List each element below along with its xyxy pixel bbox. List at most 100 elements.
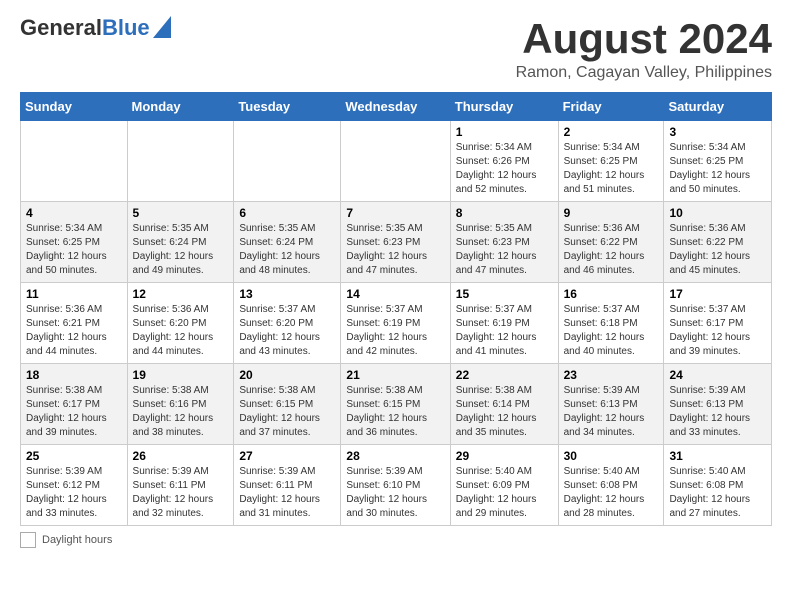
day-number: 19	[133, 368, 229, 382]
calendar-cell: 9 Sunrise: 5:36 AM Sunset: 6:22 PM Daylig…	[558, 202, 664, 283]
calendar-table: SundayMondayTuesdayWednesdayThursdayFrid…	[20, 92, 772, 526]
footer: Daylight hours	[20, 532, 772, 548]
day-number: 4	[26, 206, 122, 220]
day-number: 8	[456, 206, 553, 220]
calendar-cell	[21, 121, 128, 202]
weekday-header-wednesday: Wednesday	[341, 93, 450, 121]
day-number: 5	[133, 206, 229, 220]
day-number: 11	[26, 287, 122, 301]
day-number: 23	[564, 368, 659, 382]
day-number: 15	[456, 287, 553, 301]
day-info: Sunrise: 5:39 AM Sunset: 6:12 PM Dayligh…	[26, 465, 122, 521]
day-info: Sunrise: 5:39 AM Sunset: 6:11 PM Dayligh…	[133, 465, 229, 521]
day-info: Sunrise: 5:35 AM Sunset: 6:24 PM Dayligh…	[133, 222, 229, 278]
page: GeneralBlue August 2024 Ramon, Cagayan V…	[0, 0, 792, 558]
day-info: Sunrise: 5:36 AM Sunset: 6:22 PM Dayligh…	[669, 222, 766, 278]
calendar-cell: 7 Sunrise: 5:35 AM Sunset: 6:23 PM Daylig…	[341, 202, 450, 283]
day-info: Sunrise: 5:39 AM Sunset: 6:10 PM Dayligh…	[346, 465, 444, 521]
day-info: Sunrise: 5:37 AM Sunset: 6:18 PM Dayligh…	[564, 303, 659, 359]
day-info: Sunrise: 5:34 AM Sunset: 6:25 PM Dayligh…	[564, 141, 659, 197]
day-number: 16	[564, 287, 659, 301]
day-info: Sunrise: 5:40 AM Sunset: 6:09 PM Dayligh…	[456, 465, 553, 521]
calendar-cell: 20 Sunrise: 5:38 AM Sunset: 6:15 PM Dayli…	[234, 364, 341, 445]
day-number: 2	[564, 125, 659, 139]
day-number: 10	[669, 206, 766, 220]
day-info: Sunrise: 5:39 AM Sunset: 6:11 PM Dayligh…	[239, 465, 335, 521]
calendar-cell: 22Sunrise: 5:38 AM Sunset: 6:14 PM Dayli…	[450, 364, 558, 445]
weekday-header-friday: Friday	[558, 93, 664, 121]
day-info: Sunrise: 5:39 AM Sunset: 6:13 PM Dayligh…	[669, 384, 766, 440]
calendar-cell: 4 Sunrise: 5:34 AM Sunset: 6:25 PM Daylig…	[21, 202, 128, 283]
day-info: Sunrise: 5:38 AM Sunset: 6:15 PM Dayligh…	[239, 384, 335, 440]
calendar-cell	[234, 121, 341, 202]
day-number: 30	[564, 449, 659, 463]
day-info: Sunrise: 5:38 AM Sunset: 6:15 PM Dayligh…	[346, 384, 444, 440]
weekday-header-sunday: Sunday	[21, 93, 128, 121]
day-info: Sunrise: 5:39 AM Sunset: 6:13 PM Dayligh…	[564, 384, 659, 440]
day-number: 25	[26, 449, 122, 463]
day-number: 1	[456, 125, 553, 139]
calendar-cell: 15 Sunrise: 5:37 AM Sunset: 6:19 PM Dayli…	[450, 283, 558, 364]
main-title: August 2024	[516, 16, 772, 62]
calendar-cell: 10 Sunrise: 5:36 AM Sunset: 6:22 PM Dayli…	[664, 202, 772, 283]
day-info: Sunrise: 5:36 AM Sunset: 6:21 PM Dayligh…	[26, 303, 122, 359]
logo-blue: Blue	[102, 15, 150, 40]
calendar-cell: 24 Sunrise: 5:39 AM Sunset: 6:13 PM Dayli…	[664, 364, 772, 445]
day-number: 12	[133, 287, 229, 301]
calendar-cell: 18 Sunrise: 5:38 AM Sunset: 6:17 PM Dayli…	[21, 364, 128, 445]
day-number: 31	[669, 449, 766, 463]
day-number: 6	[239, 206, 335, 220]
calendar-cell: 2 Sunrise: 5:34 AM Sunset: 6:25 PM Daylig…	[558, 121, 664, 202]
calendar-cell	[341, 121, 450, 202]
calendar-cell	[127, 121, 234, 202]
logo-icon	[153, 16, 171, 38]
daylight-label: Daylight hours	[42, 534, 112, 546]
subtitle: Ramon, Cagayan Valley, Philippines	[516, 64, 772, 82]
day-info: Sunrise: 5:38 AM Sunset: 6:17 PM Dayligh…	[26, 384, 122, 440]
day-number: 18	[26, 368, 122, 382]
day-info: Sunrise: 5:35 AM Sunset: 6:23 PM Dayligh…	[456, 222, 553, 278]
calendar-week-row: 1 Sunrise: 5:34 AM Sunset: 6:26 PM Daylig…	[21, 121, 772, 202]
day-number: 17	[669, 287, 766, 301]
title-section: August 2024 Ramon, Cagayan Valley, Phili…	[516, 16, 772, 82]
day-info: Sunrise: 5:35 AM Sunset: 6:24 PM Dayligh…	[239, 222, 335, 278]
logo-text: GeneralBlue	[20, 16, 171, 40]
day-number: 29	[456, 449, 553, 463]
calendar-cell: 8 Sunrise: 5:35 AM Sunset: 6:23 PM Daylig…	[450, 202, 558, 283]
day-info: Sunrise: 5:38 AM Sunset: 6:16 PM Dayligh…	[133, 384, 229, 440]
day-info: Sunrise: 5:34 AM Sunset: 6:25 PM Dayligh…	[26, 222, 122, 278]
day-info: Sunrise: 5:37 AM Sunset: 6:19 PM Dayligh…	[456, 303, 553, 359]
calendar-week-row: 4 Sunrise: 5:34 AM Sunset: 6:25 PM Daylig…	[21, 202, 772, 283]
calendar-week-row: 25 Sunrise: 5:39 AM Sunset: 6:12 PM Dayli…	[21, 445, 772, 526]
day-info: Sunrise: 5:40 AM Sunset: 6:08 PM Dayligh…	[564, 465, 659, 521]
day-info: Sunrise: 5:37 AM Sunset: 6:17 PM Dayligh…	[669, 303, 766, 359]
day-number: 28	[346, 449, 444, 463]
calendar-cell: 31Sunrise: 5:40 AM Sunset: 6:08 PM Dayli…	[664, 445, 772, 526]
calendar-cell: 5 Sunrise: 5:35 AM Sunset: 6:24 PM Daylig…	[127, 202, 234, 283]
day-number: 7	[346, 206, 444, 220]
day-info: Sunrise: 5:35 AM Sunset: 6:23 PM Dayligh…	[346, 222, 444, 278]
weekday-header-saturday: Saturday	[664, 93, 772, 121]
daylight-box	[20, 532, 36, 548]
day-number: 9	[564, 206, 659, 220]
day-info: Sunrise: 5:37 AM Sunset: 6:19 PM Dayligh…	[346, 303, 444, 359]
header: GeneralBlue August 2024 Ramon, Cagayan V…	[20, 16, 772, 82]
weekday-header-row: SundayMondayTuesdayWednesdayThursdayFrid…	[21, 93, 772, 121]
calendar-cell: 11 Sunrise: 5:36 AM Sunset: 6:21 PM Dayli…	[21, 283, 128, 364]
day-info: Sunrise: 5:36 AM Sunset: 6:20 PM Dayligh…	[133, 303, 229, 359]
calendar-cell: 26Sunrise: 5:39 AM Sunset: 6:11 PM Dayli…	[127, 445, 234, 526]
calendar-cell: 12 Sunrise: 5:36 AM Sunset: 6:20 PM Dayli…	[127, 283, 234, 364]
calendar-week-row: 11 Sunrise: 5:36 AM Sunset: 6:21 PM Dayli…	[21, 283, 772, 364]
calendar-week-row: 18 Sunrise: 5:38 AM Sunset: 6:17 PM Dayli…	[21, 364, 772, 445]
calendar-cell: 3Sunrise: 5:34 AM Sunset: 6:25 PM Daylig…	[664, 121, 772, 202]
day-info: Sunrise: 5:34 AM Sunset: 6:25 PM Dayligh…	[669, 141, 766, 197]
day-number: 20	[239, 368, 335, 382]
day-number: 13	[239, 287, 335, 301]
calendar-cell: 25 Sunrise: 5:39 AM Sunset: 6:12 PM Dayli…	[21, 445, 128, 526]
day-info: Sunrise: 5:38 AM Sunset: 6:14 PM Dayligh…	[456, 384, 553, 440]
day-number: 24	[669, 368, 766, 382]
calendar-cell: 30 Sunrise: 5:40 AM Sunset: 6:08 PM Dayli…	[558, 445, 664, 526]
day-info: Sunrise: 5:36 AM Sunset: 6:22 PM Dayligh…	[564, 222, 659, 278]
calendar-cell: 14Sunrise: 5:37 AM Sunset: 6:19 PM Dayli…	[341, 283, 450, 364]
day-info: Sunrise: 5:34 AM Sunset: 6:26 PM Dayligh…	[456, 141, 553, 197]
